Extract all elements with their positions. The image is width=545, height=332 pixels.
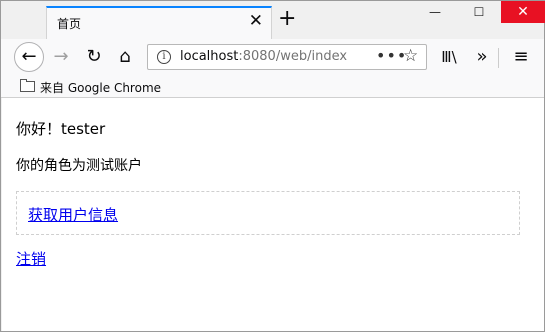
new-tab-button[interactable]: + xyxy=(278,7,296,31)
toolbar-separator xyxy=(498,48,499,68)
get-user-info-link[interactable]: 获取用户信息 xyxy=(28,204,118,225)
close-window-button[interactable]: ✕ xyxy=(501,1,545,23)
info-icon[interactable]: i xyxy=(157,50,171,64)
url-path: :8080/web/index xyxy=(238,49,348,64)
library-icon[interactable]: Ⅲ\ xyxy=(435,43,463,71)
greeting-text: 你好！tester xyxy=(16,120,106,138)
tab-home[interactable]: 首页 ✕ xyxy=(46,6,272,39)
bookmark-folder-label[interactable]: 来自 Google Chrome xyxy=(40,79,161,96)
tab-close-icon[interactable]: ✕ xyxy=(249,12,263,30)
url-host: localhost xyxy=(180,49,239,64)
tab-strip: 首页 ✕ + — ☐ ✕ xyxy=(1,1,545,39)
forward-icon[interactable]: → xyxy=(47,43,75,71)
overflow-icon[interactable]: » xyxy=(468,43,496,71)
maximize-button[interactable]: ☐ xyxy=(457,1,501,23)
page-content: 你好！tester 你的角色为测试账户 获取用户信息 注销 xyxy=(2,98,544,331)
url-text[interactable]: localhost:8080/web/index xyxy=(180,49,347,64)
home-icon[interactable]: ⌂ xyxy=(111,43,139,71)
back-icon[interactable]: ← xyxy=(14,42,44,72)
bookmark-star-icon[interactable]: ☆ xyxy=(403,46,418,66)
user-info-box: 获取用户信息 xyxy=(16,191,520,235)
logout-link[interactable]: 注销 xyxy=(16,248,46,269)
bookmarks-bar: 来自 Google Chrome xyxy=(1,76,544,98)
minimize-button[interactable]: — xyxy=(413,1,457,23)
url-bar[interactable]: i localhost:8080/web/index ••• ☆ xyxy=(147,44,427,70)
menu-icon[interactable]: ≡ xyxy=(507,43,535,71)
role-text: 你的角色为测试账户 xyxy=(16,158,142,174)
navigation-toolbar: ← → ↻ ⌂ i localhost:8080/web/index ••• ☆… xyxy=(1,39,544,76)
tab-title: 首页 xyxy=(57,17,82,31)
browser-window: 首页 ✕ + — ☐ ✕ ← → ↻ ⌂ i localhost:8080/we… xyxy=(0,0,545,332)
reload-icon[interactable]: ↻ xyxy=(80,43,108,71)
folder-icon xyxy=(20,79,35,92)
